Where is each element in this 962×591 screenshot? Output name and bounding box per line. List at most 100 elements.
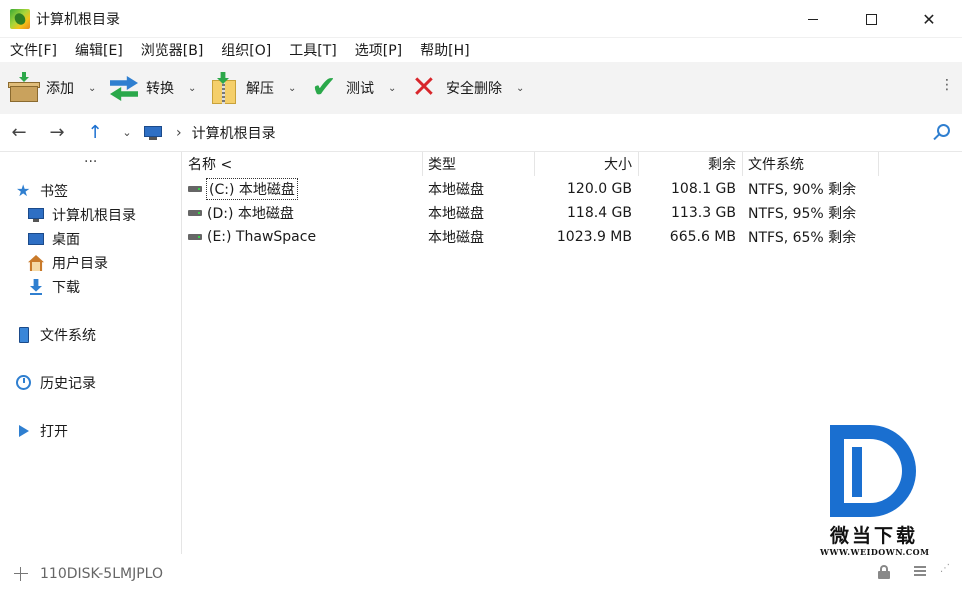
drive-icon: [188, 186, 202, 192]
up-button[interactable]: ↑: [76, 114, 114, 152]
sidebar-item-user-home[interactable]: 用户目录: [28, 251, 108, 275]
sidebar-item-computer[interactable]: 计算机根目录: [28, 203, 136, 227]
history-dropdown-icon[interactable]: ⌄: [114, 126, 140, 139]
drive-size: 1023.9 MB: [556, 229, 632, 245]
breadcrumb-separator[interactable]: ›: [176, 125, 182, 141]
sidebar-section-history[interactable]: 历史记录: [16, 371, 96, 395]
menu-tools[interactable]: 工具[T]: [289, 40, 336, 60]
filesystem-icon: [16, 327, 32, 343]
add-dropdown-icon[interactable]: ⌄: [88, 83, 98, 94]
back-button[interactable]: ←: [0, 114, 38, 152]
drive-name[interactable]: (D:) 本地磁盘: [207, 203, 294, 223]
maximize-icon: [865, 13, 877, 25]
column-header-filesystem[interactable]: 文件系统: [748, 152, 804, 176]
sidebar-item-desktop[interactable]: 桌面: [28, 227, 80, 251]
sidebar-item-downloads[interactable]: 下载: [28, 275, 80, 299]
drive-name[interactable]: (E:) ThawSpace: [207, 229, 316, 245]
table-row[interactable]: (D:) 本地磁盘 本地磁盘 118.4 GB 113.3 GB NTFS, 9…: [182, 201, 962, 225]
clock-icon: [16, 375, 32, 391]
sidebar-bookmarks-label: 书签: [40, 184, 68, 200]
drive-filesystem: NTFS, 90% 剩余: [748, 182, 857, 198]
sidebar-bookmarks[interactable]: ★ 书签: [16, 179, 68, 203]
extract-label: 解压: [246, 81, 274, 97]
sidebar-section-label: 打开: [40, 424, 68, 440]
test-dropdown-icon[interactable]: ⌄: [388, 83, 398, 94]
toolbar-more-icon[interactable]: ⋮: [940, 77, 954, 93]
menu-bar: 文件[F] 编辑[E] 浏览器[B] 组织[O] 工具[T] 选项[P] 帮助[…: [0, 38, 962, 62]
drive-free: 108.1 GB: [671, 181, 736, 197]
search-icon[interactable]: [932, 124, 950, 142]
sidebar-section-open[interactable]: 打开: [16, 419, 68, 443]
convert-dropdown-icon[interactable]: ⌄: [188, 83, 198, 94]
download-icon: [28, 279, 44, 295]
table-row[interactable]: (E:) ThawSpace 本地磁盘 1023.9 MB 665.6 MB N…: [182, 225, 962, 249]
sidebar-more-icon[interactable]: ···: [84, 154, 97, 170]
add-archive-icon: [8, 72, 40, 104]
desktop-icon: [28, 231, 44, 247]
breadcrumb[interactable]: 计算机根目录: [192, 123, 276, 143]
drive-size: 120.0 GB: [567, 181, 632, 197]
resize-grip-icon[interactable]: ⋰: [940, 564, 951, 574]
sidebar-section-label: 历史记录: [40, 376, 96, 392]
watermark-d-icon: [830, 425, 916, 517]
minimize-button[interactable]: [790, 0, 836, 38]
drive-type: 本地磁盘: [428, 230, 484, 246]
menu-browser[interactable]: 浏览器[B]: [141, 40, 204, 60]
extract-button[interactable]: 解压 ⌄: [208, 68, 298, 108]
column-header-name[interactable]: 名称 <: [188, 152, 232, 176]
drive-filesystem: NTFS, 95% 剩余: [748, 206, 857, 222]
menu-help[interactable]: 帮助[H]: [420, 40, 469, 60]
close-button[interactable]: ✕: [906, 0, 952, 38]
menu-edit[interactable]: 编辑[E]: [75, 40, 123, 60]
drive-name[interactable]: (C:) 本地磁盘: [206, 178, 298, 200]
sidebar-section-filesystem[interactable]: 文件系统: [16, 323, 96, 347]
star-icon: ★: [16, 181, 31, 200]
minimize-icon: [808, 18, 818, 20]
convert-label: 转换: [146, 81, 174, 97]
extract-dropdown-icon[interactable]: ⌄: [288, 83, 298, 94]
sidebar-section-label: 文件系统: [40, 328, 96, 344]
drive-free: 665.6 MB: [669, 229, 736, 245]
window-title: 计算机根目录: [36, 11, 120, 28]
menu-organize[interactable]: 组织[O]: [221, 40, 271, 60]
sidebar: ··· ★ 书签 计算机根目录 桌面 用户目录 下载 文件系统 历史记录 打开: [0, 152, 182, 554]
computer-icon: [144, 125, 162, 140]
table-row[interactable]: (C:) 本地磁盘 本地磁盘 120.0 GB 108.1 GB NTFS, 9…: [182, 177, 962, 201]
extract-icon: [208, 72, 240, 104]
sidebar-item-label: 桌面: [52, 232, 80, 248]
network-icon: [14, 567, 28, 581]
forward-arrow-icon: →: [49, 122, 65, 143]
add-button[interactable]: 添加 ⌄: [8, 68, 98, 108]
menu-file[interactable]: 文件[F]: [10, 40, 57, 60]
drive-type: 本地磁盘: [428, 206, 484, 222]
status-bar: 110DISK-5LMJPLO: [0, 557, 962, 591]
menu-options[interactable]: 选项[P]: [355, 40, 402, 60]
home-icon: [28, 255, 44, 271]
address-bar: ← → ↑ ⌄ › 计算机根目录: [0, 114, 962, 152]
test-check-icon: ✔: [311, 70, 337, 105]
drive-free: 113.3 GB: [671, 205, 736, 221]
column-header-free[interactable]: 剩余: [638, 152, 736, 176]
column-header-size[interactable]: 大小: [534, 152, 632, 176]
maximize-button[interactable]: [848, 0, 894, 38]
sidebar-item-label: 计算机根目录: [52, 208, 136, 224]
sidebar-item-label: 用户目录: [52, 256, 108, 272]
watermark-url: WWW.WEIDOWN.COM: [820, 547, 930, 557]
column-header-type[interactable]: 类型: [428, 152, 456, 176]
drive-icon: [188, 234, 202, 240]
watermark-logo: 微当下载 WWW.WEIDOWN.COM: [818, 425, 934, 565]
toolbar: 添加 ⌄ 转换 ⌄ 解压 ⌄ ✔ 测试 ⌄ ✕ 安全删除 ⌄ ⋮: [0, 62, 962, 114]
secure-delete-button[interactable]: ✕ 安全删除 ⌄: [408, 68, 526, 108]
drive-filesystem: NTFS, 65% 剩余: [748, 230, 857, 246]
test-button[interactable]: ✔ 测试 ⌄: [308, 68, 398, 108]
convert-icon: [108, 72, 140, 104]
forward-button[interactable]: →: [38, 114, 76, 152]
convert-button[interactable]: 转换 ⌄: [108, 68, 198, 108]
secure-delete-dropdown-icon[interactable]: ⌄: [516, 83, 526, 94]
delete-x-icon: ✕: [411, 70, 437, 105]
back-arrow-icon: ←: [11, 122, 27, 143]
up-arrow-icon: ↑: [87, 122, 103, 143]
lock-icon[interactable]: [878, 565, 890, 579]
sidebar-item-label: 下载: [52, 280, 80, 296]
columns-icon[interactable]: [914, 566, 926, 578]
